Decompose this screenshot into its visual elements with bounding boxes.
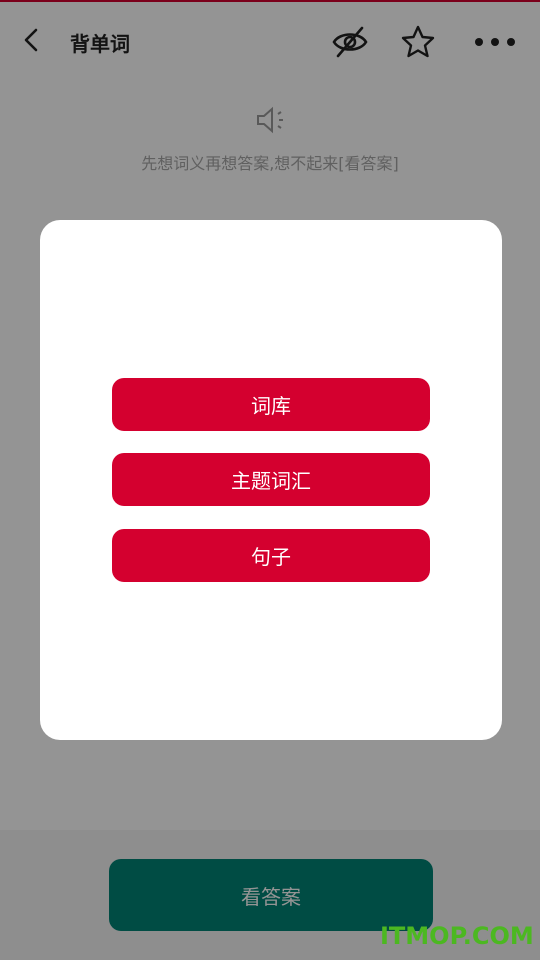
option-sentences-button[interactable]: 句子 bbox=[112, 529, 430, 582]
category-dialog: 词库 主题词汇 句子 bbox=[40, 220, 502, 740]
watermark-text: ITMOP.COM bbox=[380, 922, 534, 950]
option-word-bank-button[interactable]: 词库 bbox=[112, 378, 430, 431]
option-theme-vocabulary-button[interactable]: 主题词汇 bbox=[112, 453, 430, 506]
